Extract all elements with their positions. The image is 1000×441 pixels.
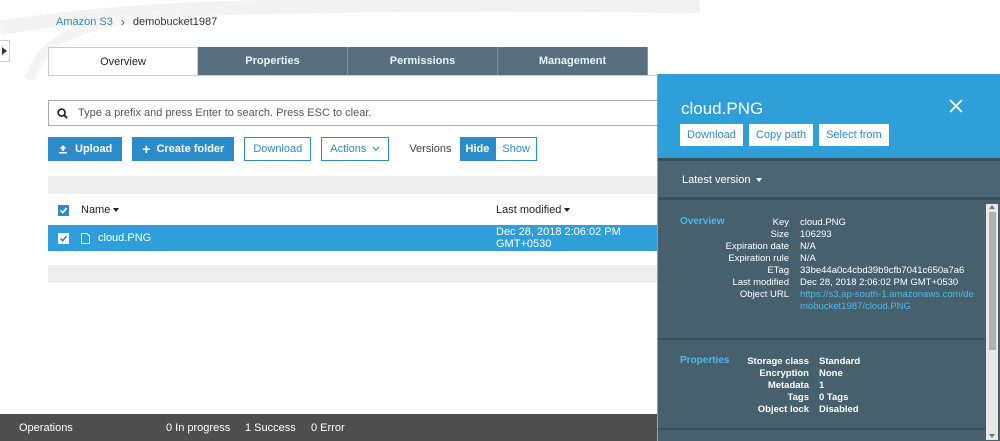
search-input[interactable] (78, 107, 638, 119)
versions-label: Versions (409, 143, 452, 155)
search-box[interactable] (48, 100, 658, 126)
error-count[interactable]: 0 Error (311, 422, 345, 434)
name-column-header[interactable]: Name (81, 204, 120, 216)
scrollbar-thumb[interactable] (989, 212, 996, 350)
tab-overview[interactable]: Overview (48, 47, 198, 76)
storage-class-label: Storage class (747, 356, 809, 367)
last-modified-label: Last modified (732, 277, 789, 288)
success-count[interactable]: 1 Success (245, 422, 296, 434)
file-modified-cell: Dec 28, 2018 2:06:02 PM GMT+0530 (496, 226, 621, 250)
table-row[interactable]: cloud.PNG Dec 28, 2018 2:06:02 PM GMT+05… (48, 225, 658, 251)
key-value: cloud.PNG (800, 217, 846, 228)
key-label: Key (772, 217, 789, 228)
s3-console: Amazon S3 › demobucket1987 Overview Prop… (0, 0, 1000, 441)
section-divider (658, 428, 988, 430)
size-label: Size (770, 229, 789, 240)
tab-management[interactable]: Management (498, 47, 648, 75)
upload-label: Upload (75, 143, 113, 155)
table-top-bar (48, 176, 658, 194)
table-bottom-bar (48, 265, 658, 283)
tags-value: 0 Tags (819, 392, 849, 403)
expiration-date-label: Expiration date (725, 241, 789, 252)
breadcrumb-amazon-s3[interactable]: Amazon S3 (56, 16, 113, 28)
etag-label: ETag (767, 265, 789, 276)
modified-header-label: Last modified (496, 204, 562, 216)
in-progress-count[interactable]: 0 In progress (166, 422, 230, 434)
modified-column-header[interactable]: Last modified (496, 204, 571, 216)
check-icon (59, 207, 68, 214)
object-lock-label: Object lock (757, 404, 809, 415)
actions-dropdown[interactable]: Actions (321, 137, 390, 161)
version-selector-bar: Latest version (658, 161, 1000, 197)
object-details-panel: cloud.PNG Download Copy path Select from… (657, 74, 1000, 441)
scroll-down-icon[interactable] (989, 434, 995, 438)
sort-caret-icon (113, 208, 120, 213)
sort-caret-icon (564, 208, 571, 213)
copy-path-button[interactable]: Copy path (748, 124, 814, 146)
section-divider (658, 338, 988, 340)
sidebar-expand-toggle[interactable] (0, 40, 10, 62)
object-url-label: Object URL (739, 289, 789, 300)
upload-button[interactable]: Upload (48, 137, 123, 161)
versions-hide-button[interactable]: Hide (459, 137, 496, 161)
versions-toggle: Hide Show (459, 137, 537, 161)
tab-bar: Overview Properties Permissions Manageme… (48, 47, 648, 76)
download-button[interactable]: Download (244, 137, 312, 161)
tab-divider (48, 75, 658, 76)
file-name-label: cloud.PNG (98, 232, 152, 244)
metadata-label: Metadata (767, 380, 809, 391)
expiration-date-value: N/A (800, 241, 816, 252)
version-dropdown[interactable]: Latest version (682, 174, 763, 186)
last-modified-value: Dec 28, 2018 2:06:02 PM GMT+0530 (800, 277, 959, 288)
encryption-label: Encryption (759, 368, 809, 379)
expiration-rule-value: N/A (800, 253, 816, 264)
create-folder-button[interactable]: + Create folder (132, 137, 235, 161)
create-folder-label: Create folder (156, 143, 225, 155)
plus-icon: + (142, 141, 151, 157)
tab-properties[interactable]: Properties (198, 47, 348, 75)
chevron-down-icon (372, 146, 380, 151)
operations-label[interactable]: Operations (19, 422, 73, 434)
encryption-value: None (819, 368, 843, 379)
chevron-right-icon (2, 47, 7, 55)
versions-show-button[interactable]: Show (495, 137, 537, 161)
storage-class-value: Standard (819, 356, 861, 367)
object-lock-value: Disabled (819, 404, 859, 415)
search-icon (57, 107, 68, 119)
caret-down-icon (756, 178, 763, 182)
breadcrumb-bucket: demobucket1987 (132, 16, 218, 28)
breadcrumb: Amazon S3 › demobucket1987 (56, 15, 217, 29)
breadcrumb-separator: › (120, 15, 125, 29)
panel-download-button[interactable]: Download (680, 124, 743, 146)
object-url-link[interactable]: https://s3.ap-south-1.amazonaws.com/demo… (800, 289, 975, 313)
panel-body: Overview Key cloud.PNG Size 106293 Expir… (658, 197, 1000, 441)
check-icon (59, 235, 68, 242)
panel-header: cloud.PNG Download Copy path Select from (658, 74, 1000, 158)
name-header-label: Name (81, 204, 111, 216)
upload-icon (59, 145, 67, 154)
close-icon[interactable] (948, 98, 964, 114)
scroll-up-icon[interactable] (989, 205, 995, 209)
etag-value: 33be44a0c4cbd39b9cfb7041c650a7a6 (800, 265, 965, 276)
version-label: Latest version (682, 174, 751, 186)
size-value: 106293 (800, 229, 832, 240)
actions-label: Actions (330, 143, 367, 155)
row-checkbox[interactable] (58, 232, 69, 244)
table-header: Name Last modified (48, 199, 658, 221)
expiration-rule-label: Expiration rule (728, 253, 789, 264)
file-icon (81, 232, 90, 244)
select-from-button[interactable]: Select from (819, 124, 889, 146)
metadata-value: 1 (819, 380, 825, 391)
object-toolbar: Upload + Create folder Download Actions … (48, 137, 537, 161)
tab-permissions[interactable]: Permissions (348, 47, 498, 75)
panel-title: cloud.PNG (681, 99, 764, 118)
select-all-checkbox[interactable] (58, 204, 69, 216)
file-name-cell[interactable]: cloud.PNG (81, 232, 151, 244)
tags-label: Tags (787, 392, 809, 403)
panel-actions: Download Copy path Select from (680, 124, 895, 146)
